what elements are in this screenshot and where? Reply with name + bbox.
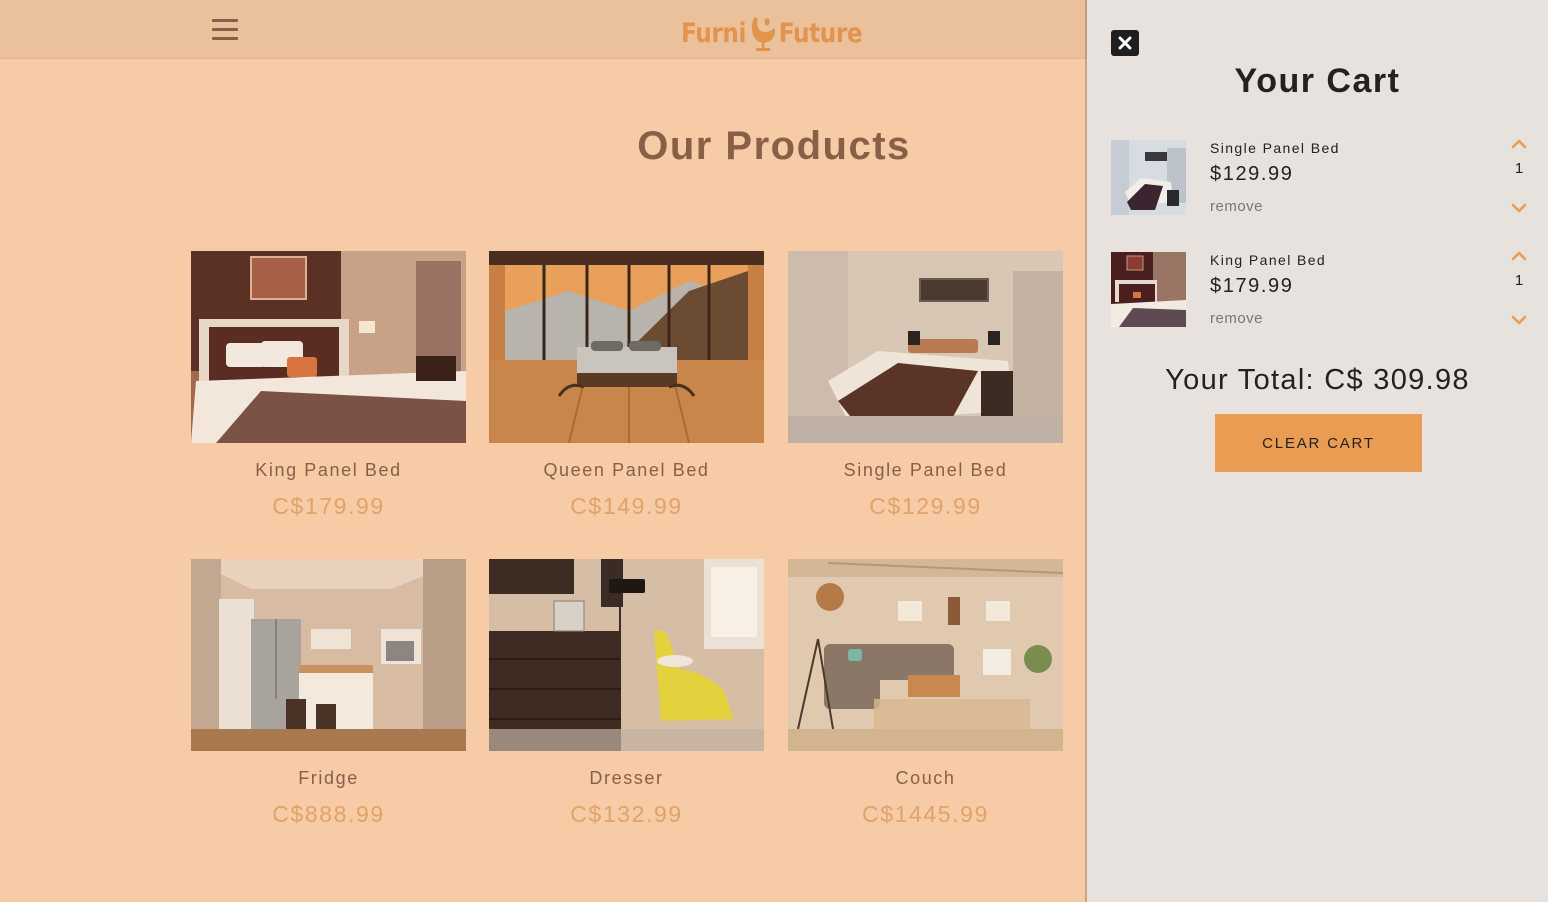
product-price: C$149.99	[570, 493, 683, 519]
cart-item-image	[1111, 252, 1186, 327]
navbar: Furni Future	[0, 0, 1087, 59]
product-name: Fridge	[298, 768, 359, 788]
product-image[interactable]	[191, 251, 466, 443]
product-card[interactable]: Dresser C$132.99	[489, 559, 764, 828]
product-image[interactable]	[489, 559, 764, 751]
chevron-down-icon[interactable]	[1510, 313, 1528, 327]
chevron-down-icon[interactable]	[1510, 201, 1528, 215]
product-name: Dresser	[589, 768, 664, 788]
cart-panel: Your Cart Single Panel Bed $129.99 remov…	[1087, 0, 1548, 902]
product-card[interactable]: Single Panel Bed C$129.99	[788, 251, 1063, 520]
product-price: C$179.99	[272, 493, 385, 519]
product-image[interactable]	[489, 251, 764, 443]
logo[interactable]: Furni Future	[681, 10, 863, 54]
remove-link[interactable]: remove	[1210, 310, 1263, 327]
cart-total: Your Total: C$ 309.98	[1165, 364, 1470, 396]
cart-item-image	[1111, 140, 1186, 215]
product-name: Single Panel Bed	[843, 460, 1008, 480]
product-card[interactable]: King Panel Bed C$179.99	[191, 251, 466, 520]
close-icon[interactable]	[1111, 30, 1139, 56]
cart-item-price: $129.99	[1210, 163, 1294, 185]
cart-title: Your Cart	[1234, 62, 1401, 100]
logo-text-left: Furni	[681, 18, 747, 49]
product-image[interactable]	[788, 559, 1063, 751]
product-card[interactable]: Queen Panel Bed C$149.99	[489, 251, 764, 520]
product-card[interactable]: Fridge C$888.99	[191, 559, 466, 828]
remove-link[interactable]: remove	[1210, 198, 1263, 215]
cart-item: Single Panel Bed $129.99 remove 1	[1111, 137, 1531, 220]
product-price: C$1445.99	[862, 801, 989, 827]
product-name: Queen Panel Bed	[543, 460, 710, 480]
product-name: King Panel Bed	[255, 460, 402, 480]
product-price: C$132.99	[570, 801, 683, 827]
cart-item-name: Single Panel Bed	[1210, 140, 1340, 156]
chevron-up-icon[interactable]	[1510, 249, 1528, 263]
product-price: C$888.99	[272, 801, 385, 827]
product-price: C$129.99	[869, 493, 982, 519]
cart-item-name: King Panel Bed	[1210, 252, 1327, 268]
cart-item-price: $179.99	[1210, 275, 1294, 297]
product-name: Couch	[895, 768, 956, 788]
logo-text-right: Future	[778, 18, 863, 49]
cart-item-quantity: 1	[1514, 160, 1524, 177]
product-card[interactable]: Couch C$1445.99	[788, 559, 1063, 828]
cart-item: King Panel Bed $179.99 remove 1	[1111, 249, 1531, 332]
cart-item-quantity: 1	[1514, 272, 1524, 289]
chevron-up-icon[interactable]	[1510, 137, 1528, 151]
clear-cart-button[interactable]: CLEAR CART	[1215, 414, 1422, 472]
egg-chair-icon	[751, 16, 775, 51]
hamburger-icon[interactable]	[212, 19, 238, 43]
product-image[interactable]	[191, 559, 466, 751]
product-image[interactable]	[788, 251, 1063, 443]
